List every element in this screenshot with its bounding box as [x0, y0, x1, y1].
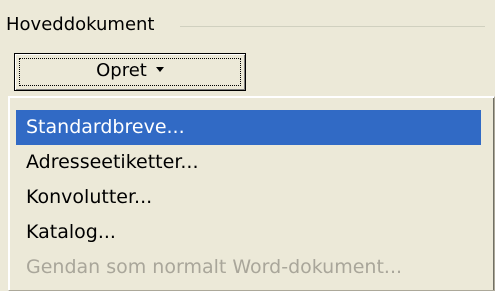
- main-document-group: Hoveddokument: [0, 0, 495, 44]
- menu-item-restore-normal-document: Gendan som normalt Word-dokument...: [26, 256, 403, 278]
- menu-item-mailing-labels[interactable]: Adresseetiketter...: [16, 145, 481, 180]
- group-divider: [180, 26, 485, 27]
- menu-item-catalog[interactable]: Katalog...: [16, 215, 481, 250]
- create-dropdown-button[interactable]: Opret: [14, 53, 246, 91]
- group-title: Hoveddokument: [6, 14, 161, 35]
- menu-item-form-letters[interactable]: Standardbreve...: [16, 110, 481, 145]
- menu-item-envelopes[interactable]: Konvolutter...: [16, 180, 481, 215]
- create-dropdown-menu: Standardbreve... Adresseetiketter... Kon…: [8, 96, 495, 291]
- create-button-label: Opret: [96, 60, 147, 81]
- dropdown-arrow-icon: [155, 67, 164, 72]
